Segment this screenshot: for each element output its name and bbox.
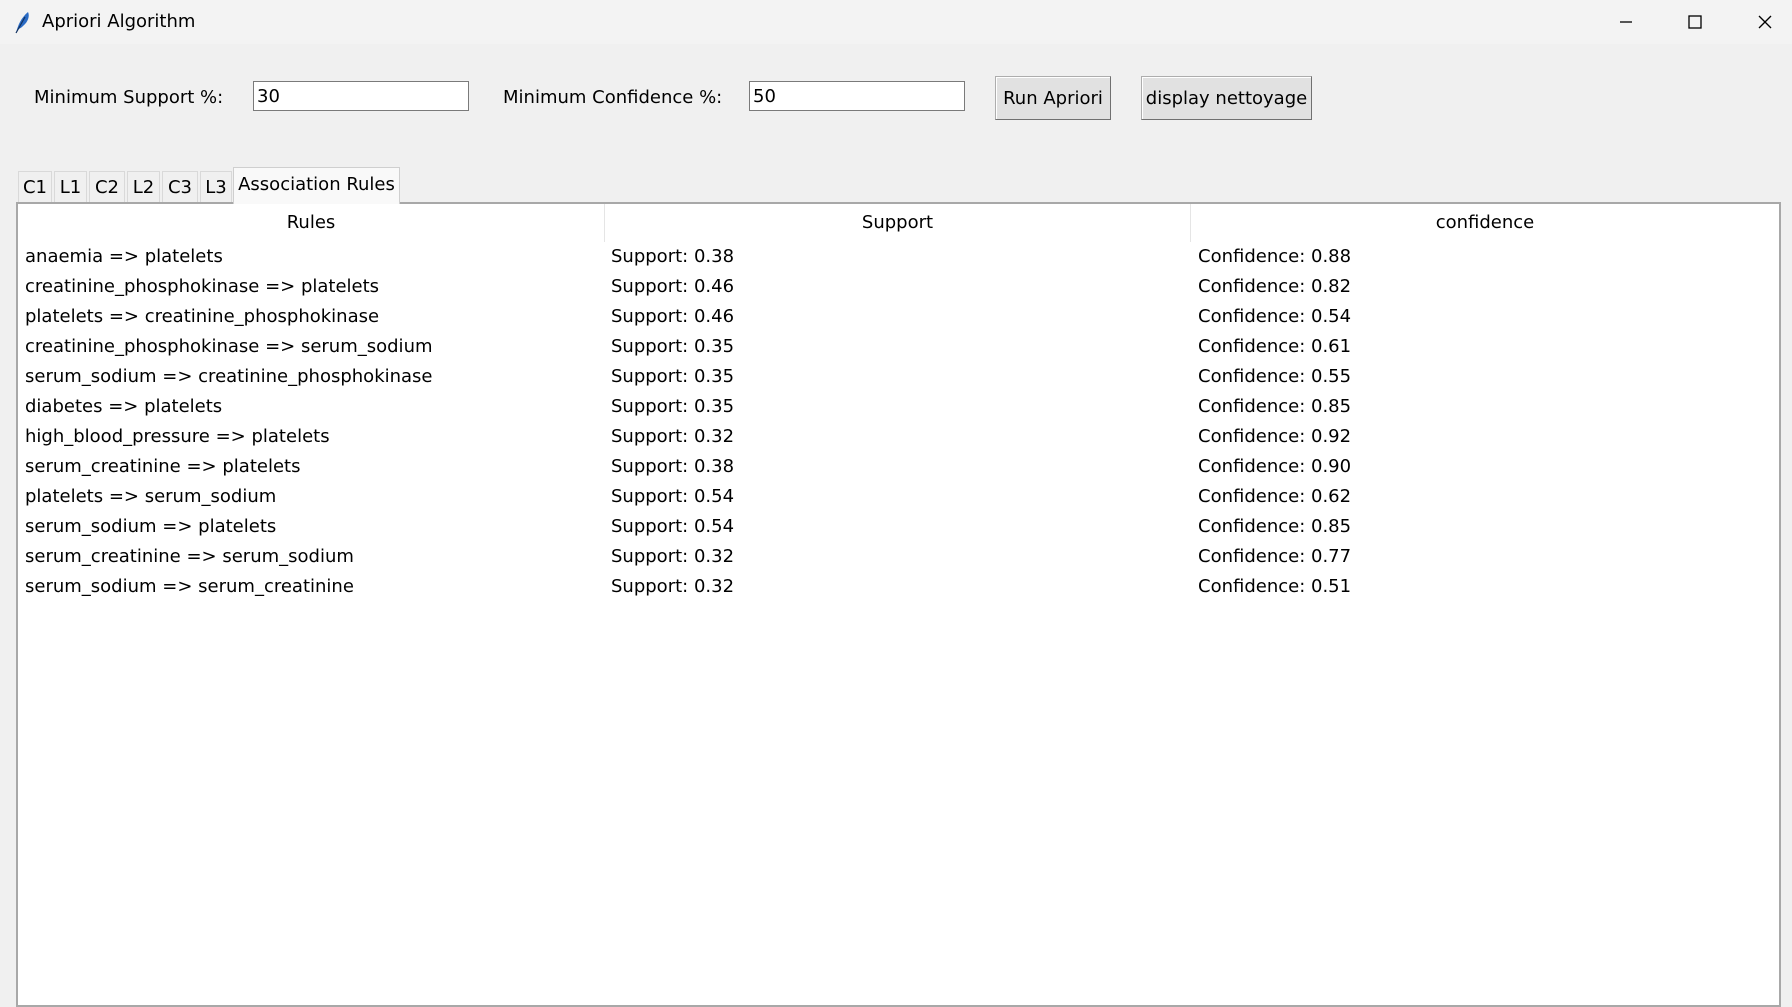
min-confidence-label: Minimum Confidence %: bbox=[503, 87, 723, 108]
rule-cell: high_blood_pressure => platelets bbox=[25, 426, 330, 447]
rule-cell: creatinine_phosphokinase => serum_sodium bbox=[25, 336, 433, 357]
column-header-support[interactable]: Support bbox=[605, 204, 1191, 242]
support-cell: Support: 0.35 bbox=[611, 396, 735, 417]
table-row[interactable]: serum_creatinine => platelets Support: 0… bbox=[18, 452, 1779, 482]
confidence-cell: Confidence: 0.62 bbox=[1198, 486, 1352, 507]
confidence-cell: Confidence: 0.88 bbox=[1198, 246, 1352, 267]
tab-c2[interactable]: C2 bbox=[89, 171, 125, 203]
confidence-cell: Confidence: 0.85 bbox=[1198, 516, 1352, 537]
table-header: Rules Support confidence bbox=[18, 204, 1779, 242]
table-row[interactable]: high_blood_pressure => platelets Support… bbox=[18, 422, 1779, 452]
tab-l3[interactable]: L3 bbox=[200, 171, 232, 203]
tab-l1[interactable]: L1 bbox=[54, 171, 87, 203]
tab-c3[interactable]: C3 bbox=[162, 171, 198, 203]
support-cell: Support: 0.32 bbox=[611, 576, 735, 597]
table-row[interactable]: serum_creatinine => serum_sodium Support… bbox=[18, 542, 1779, 572]
confidence-cell: Confidence: 0.61 bbox=[1198, 336, 1352, 357]
minimize-icon bbox=[1620, 21, 1632, 23]
table-row[interactable]: diabetes => platelets Support: 0.35 Conf… bbox=[18, 392, 1779, 422]
association-rules-table[interactable]: Rules Support confidence anaemia => plat… bbox=[16, 202, 1781, 1007]
table-row[interactable]: anaemia => platelets Support: 0.38 Confi… bbox=[18, 242, 1779, 272]
support-cell: Support: 0.38 bbox=[611, 456, 735, 477]
display-nettoyage-button[interactable]: display nettoyage bbox=[1141, 76, 1312, 120]
confidence-cell: Confidence: 0.90 bbox=[1198, 456, 1352, 477]
maximize-button[interactable] bbox=[1660, 0, 1730, 44]
table-row[interactable]: platelets => serum_sodium Support: 0.54 … bbox=[18, 482, 1779, 512]
confidence-cell: Confidence: 0.54 bbox=[1198, 306, 1352, 327]
rule-cell: diabetes => platelets bbox=[25, 396, 223, 417]
column-header-confidence[interactable]: confidence bbox=[1191, 204, 1779, 242]
maximize-icon bbox=[1688, 15, 1702, 29]
confidence-cell: Confidence: 0.82 bbox=[1198, 276, 1352, 297]
support-cell: Support: 0.38 bbox=[611, 246, 735, 267]
min-confidence-input[interactable] bbox=[749, 81, 965, 111]
rule-cell: serum_sodium => serum_creatinine bbox=[25, 576, 354, 597]
tab-c1[interactable]: C1 bbox=[18, 171, 52, 203]
table-row[interactable]: platelets => creatinine_phosphokinase Su… bbox=[18, 302, 1779, 332]
support-cell: Support: 0.46 bbox=[611, 306, 735, 327]
confidence-cell: Confidence: 0.85 bbox=[1198, 396, 1352, 417]
rule-cell: serum_creatinine => serum_sodium bbox=[25, 546, 354, 567]
support-cell: Support: 0.32 bbox=[611, 546, 735, 567]
support-cell: Support: 0.54 bbox=[611, 516, 735, 537]
rule-cell: anaemia => platelets bbox=[25, 246, 223, 267]
rule-cell: serum_creatinine => platelets bbox=[25, 456, 301, 477]
table-row[interactable]: creatinine_phosphokinase => platelets Su… bbox=[18, 272, 1779, 302]
minimize-button[interactable] bbox=[1591, 0, 1661, 44]
min-support-input[interactable] bbox=[253, 81, 469, 111]
rule-cell: serum_sodium => creatinine_phosphokinase bbox=[25, 366, 433, 387]
rule-cell: platelets => creatinine_phosphokinase bbox=[25, 306, 380, 327]
table-row[interactable]: creatinine_phosphokinase => serum_sodium… bbox=[18, 332, 1779, 362]
rule-cell: serum_sodium => platelets bbox=[25, 516, 277, 537]
rule-cell: creatinine_phosphokinase => platelets bbox=[25, 276, 380, 297]
window-title: Apriori Algorithm bbox=[42, 11, 196, 32]
tab-association-rules[interactable]: Association Rules bbox=[233, 167, 400, 204]
rule-cell: platelets => serum_sodium bbox=[25, 486, 277, 507]
table-row[interactable]: serum_sodium => platelets Support: 0.54 … bbox=[18, 512, 1779, 542]
support-cell: Support: 0.46 bbox=[611, 276, 735, 297]
close-icon bbox=[1758, 15, 1772, 29]
confidence-cell: Confidence: 0.92 bbox=[1198, 426, 1352, 447]
table-body: anaemia => platelets Support: 0.38 Confi… bbox=[18, 242, 1779, 602]
column-header-rules[interactable]: Rules bbox=[18, 204, 605, 242]
support-cell: Support: 0.54 bbox=[611, 486, 735, 507]
support-cell: Support: 0.35 bbox=[611, 336, 735, 357]
tab-l2[interactable]: L2 bbox=[127, 171, 160, 203]
confidence-cell: Confidence: 0.55 bbox=[1198, 366, 1352, 387]
app-window: Apriori Algorithm Minimum Support %: Min… bbox=[0, 0, 1792, 1007]
confidence-cell: Confidence: 0.51 bbox=[1198, 576, 1352, 597]
title-bar[interactable]: Apriori Algorithm bbox=[0, 0, 1792, 44]
close-button[interactable] bbox=[1730, 0, 1792, 44]
confidence-cell: Confidence: 0.77 bbox=[1198, 546, 1352, 567]
min-support-label: Minimum Support %: bbox=[34, 87, 224, 108]
run-apriori-button[interactable]: Run Apriori bbox=[995, 76, 1111, 120]
feather-icon bbox=[12, 10, 34, 34]
table-row[interactable]: serum_sodium => serum_creatinine Support… bbox=[18, 572, 1779, 602]
support-cell: Support: 0.32 bbox=[611, 426, 735, 447]
table-row[interactable]: serum_sodium => creatinine_phosphokinase… bbox=[18, 362, 1779, 392]
support-cell: Support: 0.35 bbox=[611, 366, 735, 387]
